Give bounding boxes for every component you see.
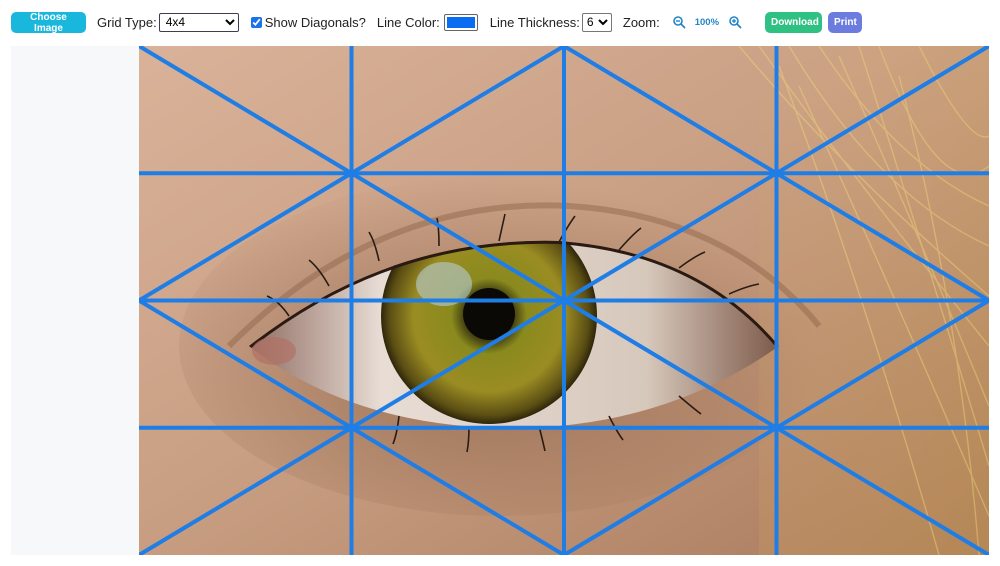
- grid-overlay: [139, 46, 989, 555]
- line-color-label: Line Color:: [376, 14, 440, 30]
- zoom-out-icon[interactable]: [672, 15, 686, 29]
- download-button[interactable]: Download: [765, 11, 823, 33]
- zoom-in-icon[interactable]: [728, 15, 742, 29]
- print-button[interactable]: Print: [828, 11, 863, 33]
- line-color-picker[interactable]: [443, 13, 478, 31]
- choose-image-button[interactable]: Choose Image: [11, 11, 86, 34]
- show-diagonals-checkbox[interactable]: [250, 16, 262, 28]
- line-thickness-label: Line Thickness:: [489, 14, 580, 30]
- zoom-label: Zoom:: [622, 14, 660, 30]
- toolbar: Choose Image Grid Type: 4x4 Show Diagona…: [0, 0, 1000, 44]
- grid-type-label: Grid Type:: [97, 14, 157, 30]
- line-color-swatch: [446, 16, 475, 28]
- zoom-value: 100%: [694, 16, 720, 28]
- photo-canvas: [139, 46, 989, 555]
- show-diagonals-label: Show Diagonals?: [264, 14, 366, 30]
- canvas-area: [11, 46, 989, 555]
- grid-type-select[interactable]: 4x4: [158, 12, 239, 32]
- line-thickness-select[interactable]: 6: [581, 12, 612, 32]
- show-diagonals-toggle[interactable]: Show Diagonals?: [250, 14, 366, 30]
- eye-photo: [139, 46, 989, 555]
